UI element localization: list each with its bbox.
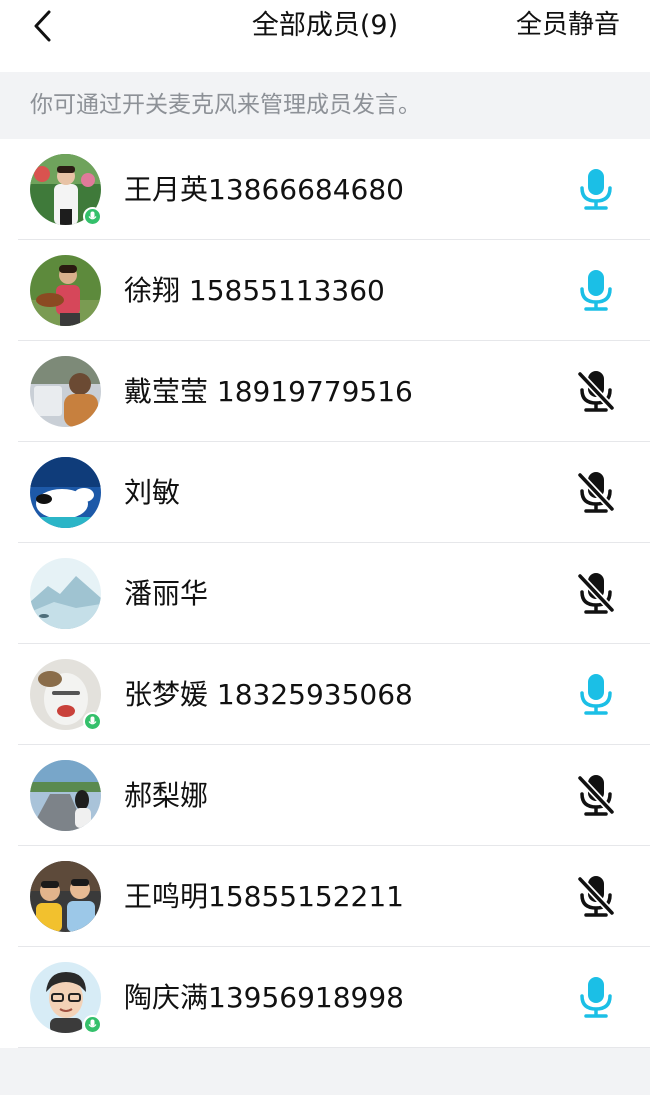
member-row[interactable]: 徐翔 15855113360 [0, 240, 650, 341]
mic-icon [88, 211, 97, 220]
mic-toggle-button[interactable] [572, 466, 620, 518]
row-divider [18, 1047, 650, 1048]
speaking-badge [83, 207, 102, 226]
member-row[interactable]: 刘敏 [0, 442, 650, 543]
member-name: 刘敏 [124, 476, 181, 509]
member-name: 陶庆满13956918998 [124, 981, 404, 1014]
member-row[interactable]: 王月英13866684680 [0, 139, 650, 240]
mic-toggle-button[interactable] [572, 971, 620, 1023]
mic-toggle-button[interactable] [572, 769, 620, 821]
member-row[interactable]: 张梦媛 18325935068 [0, 644, 650, 745]
mic-toggle-button[interactable] [572, 163, 620, 215]
mic-on-icon [580, 977, 612, 1018]
top-bar: 全部成员(9) 全员静音 [0, 0, 650, 72]
mic-toggle-button[interactable] [572, 668, 620, 720]
member-row[interactable]: 陶庆满13956918998 [0, 947, 650, 1048]
avatar [30, 760, 101, 831]
avatar [30, 861, 101, 932]
mic-icon [88, 716, 97, 725]
mic-on-icon [580, 169, 612, 210]
avatar [30, 457, 101, 528]
speaking-badge [83, 712, 102, 731]
member-row[interactable]: 郝梨娜 [0, 745, 650, 846]
avatar [30, 255, 101, 326]
member-name: 郝梨娜 [124, 779, 209, 812]
hint-bar: 你可通过开关麦克风来管理成员发言。 [0, 72, 650, 139]
member-row[interactable]: 戴莹莹 18919779516 [0, 341, 650, 442]
hint-text: 你可通过开关麦克风来管理成员发言。 [30, 92, 421, 118]
mic-toggle-button[interactable] [572, 264, 620, 316]
mic-icon [88, 1019, 97, 1028]
member-name: 戴莹莹 18919779516 [124, 375, 413, 408]
mic-toggle-button[interactable] [572, 567, 620, 619]
member-name: 张梦媛 18325935068 [124, 678, 413, 711]
mic-toggle-button[interactable] [572, 365, 620, 417]
member-name: 王鸣明15855152211 [124, 880, 404, 913]
mic-on-icon [580, 270, 612, 311]
avatar [30, 356, 101, 427]
mic-off-icon [577, 572, 615, 614]
member-row[interactable]: 王鸣明15855152211 [0, 846, 650, 947]
avatar [30, 558, 101, 629]
member-name: 徐翔 15855113360 [124, 274, 385, 307]
mic-off-icon [577, 370, 615, 412]
mute-all-button[interactable]: 全员静音 [516, 0, 620, 52]
mic-off-icon [577, 875, 615, 917]
mic-off-icon [577, 471, 615, 513]
member-name: 王月英13866684680 [124, 173, 404, 206]
member-row[interactable]: 潘丽华 [0, 543, 650, 644]
member-list: 王月英13866684680 徐翔 15855113360 戴莹莹 189197… [0, 139, 650, 1048]
mic-toggle-button[interactable] [572, 870, 620, 922]
mic-on-icon [580, 674, 612, 715]
speaking-badge [83, 1015, 102, 1034]
member-name: 潘丽华 [124, 577, 209, 610]
mic-off-icon [577, 774, 615, 816]
